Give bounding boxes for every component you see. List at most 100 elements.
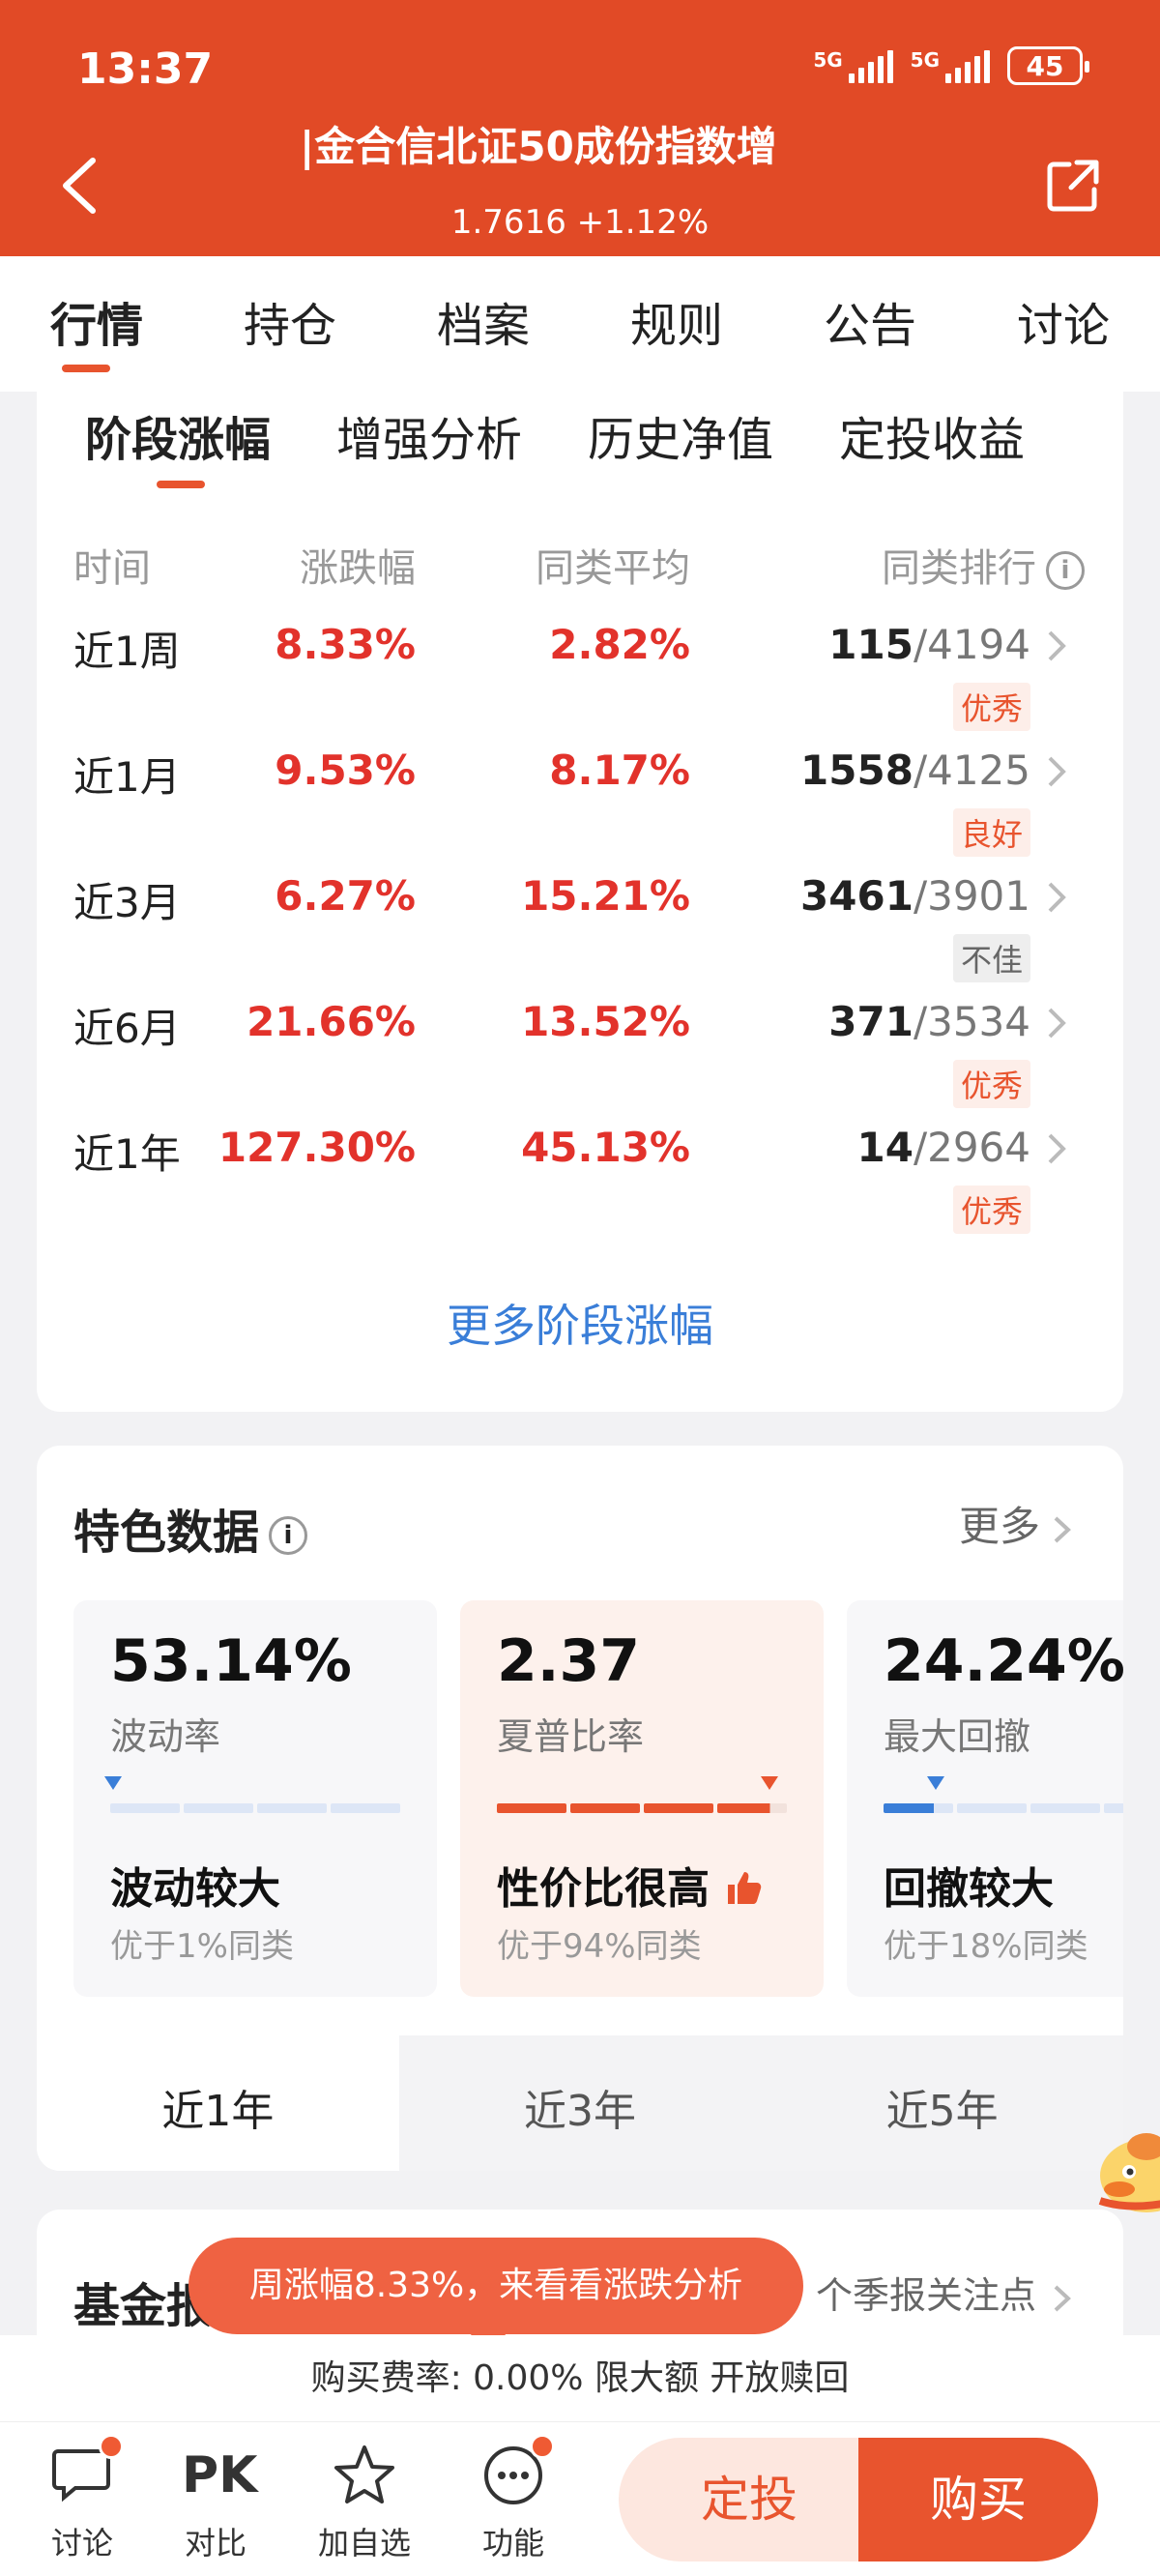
period-tabs: 近1年 近3年 近5年 [37,2035,1123,2171]
chevron-right-icon [1048,1008,1066,1039]
change-value: 9.53% [275,746,416,794]
nav-add-watchlist[interactable]: 加自选 [302,2442,427,2563]
chevron-right-icon [1048,882,1066,913]
metric-verdict: 波动较大 [110,1864,280,1914]
grade-badge: 优秀 [952,1060,1030,1108]
level-bar [497,1803,787,1813]
pk-icon: PK [182,2446,258,2504]
metric-label: 夏普比率 [497,1715,645,1758]
tab-holdings[interactable]: 持仓 [193,256,387,392]
subtab-enhanced-analysis[interactable]: 增强分析 [336,401,522,469]
metric-note: 优于18%同类 [884,1927,1088,1966]
metric-card-sharpe[interactable]: 2.37 夏普比率 性价比很高 优于94%同类 [460,1600,824,1997]
table-row[interactable]: 近1月 9.53% 8.17% 1558/4125 良好 [37,745,1123,870]
weekly-change-tooltip[interactable]: 周涨幅8.33%，来看看涨跌分析 [188,2238,803,2354]
chevron-right-icon [1048,630,1066,661]
grade-badge: 良好 [952,808,1030,857]
signal-icon: 5G [911,48,990,83]
status-time: 13:37 [77,44,214,94]
tab-1y[interactable]: 近1年 [37,2035,399,2171]
subtab-nav-history[interactable]: 历史净值 [588,401,773,469]
period-label: 近1年 [73,1130,181,1178]
section-title: 特色数据 i [73,1494,308,1562]
more-period-returns-link[interactable]: 更多阶段涨幅 [37,1291,1123,1355]
grade-badge: 优秀 [952,683,1030,731]
info-icon[interactable]: i [1046,551,1085,590]
metric-label: 波动率 [110,1715,221,1758]
tab-3y[interactable]: 近3年 [398,2035,762,2171]
nav-discuss[interactable]: 讨论 [19,2434,145,2563]
metric-note: 优于94%同类 [497,1927,702,1966]
tab-rules[interactable]: 规则 [580,256,773,392]
rank-value: 14/2964 [856,1124,1031,1171]
star-icon [331,2442,398,2509]
metric-label: 最大回撤 [884,1715,1031,1758]
change-value: 21.66% [246,998,416,1045]
header-period: 时间 [73,546,151,591]
signal-icon: 5G [813,48,893,83]
metric-verdict: 回撤较大 [884,1864,1054,1914]
purchase-fee-info: 购买费率: 0.00% 限大额 开放赎回 [0,2335,1160,2422]
more-link[interactable]: 更多 [959,1494,1073,1553]
level-bar [884,1803,1123,1813]
info-icon[interactable]: i [269,1516,308,1555]
chevron-right-icon [1054,1516,1071,1542]
metric-note: 优于1%同类 [110,1927,294,1966]
tab-announcements[interactable]: 公告 [773,256,967,392]
main-tabs: 行情 持仓 档案 规则 公告 讨论 [0,256,1160,392]
table-row[interactable]: 近1年 127.30% 45.13% 14/2964 优秀 [37,1122,1123,1247]
chevron-right-icon [1048,756,1066,787]
metric-card-max-drawdown[interactable]: 24.24% 最大回撤 回撤较大 优于18%同类 [847,1600,1123,1997]
top-header: 13:37 5G 5G 45 |金合信北证50成份指数增 1.7616 +1.1… [0,0,1160,256]
tab-discussion[interactable]: 讨论 [967,256,1160,392]
sip-button[interactable]: 定投 [619,2438,880,2561]
nav-compare[interactable]: PK 对比 [153,2442,278,2563]
mascot-icon[interactable] [1090,2108,1160,2214]
nav-label: 对比 [184,2525,246,2561]
level-marker [761,1776,778,1790]
notification-dot [99,2434,124,2459]
bottom-action-bar: 讨论 PK 对比 加自选 功能 定投 购买 [0,2422,1160,2576]
avg-value: 45.13% [521,1124,690,1171]
nav-label: 加自选 [317,2525,411,2561]
subtab-period-returns[interactable]: 阶段涨幅 [85,401,271,488]
share-icon[interactable] [1044,157,1102,215]
tab-profile[interactable]: 档案 [387,256,580,392]
change-value: 6.27% [275,872,416,920]
tab-5y[interactable]: 近5年 [761,2035,1123,2171]
rank-value: 115/4194 [828,621,1030,668]
report-highlights-link[interactable]: 个季报关注点 [816,2266,1073,2319]
nav-functions[interactable]: 功能 [450,2434,576,2563]
tab-market[interactable]: 行情 [0,256,193,392]
nav-label: 功能 [481,2525,544,2561]
table-row[interactable]: 近1周 8.33% 2.82% 115/4194 优秀 [37,619,1123,745]
avg-value: 8.17% [549,746,690,794]
table-row[interactable]: 近6月 21.66% 13.52% 371/3534 优秀 [37,996,1123,1122]
change-value: 8.33% [275,621,416,668]
fund-price-line: 1.7616 +1.12% [450,203,710,242]
more-icon [479,2434,555,2509]
subtab-sip-returns[interactable]: 定投收益 [839,401,1025,469]
period-label: 近3月 [73,879,181,926]
metric-verdict: 性价比很高 [497,1854,763,1916]
rank-value: 371/3534 [828,998,1030,1045]
level-marker [927,1776,944,1790]
avg-value: 13.52% [521,998,690,1045]
fund-title: |金合信北证50成份指数增 [300,123,777,170]
metric-value: 53.14% [110,1627,352,1695]
period-label: 近6月 [73,1005,181,1052]
avg-value: 2.82% [549,621,690,668]
performance-card: 阶段涨幅 增强分析 历史净值 定投收益 时间 涨跌幅 同类平均 同类排行 i 近1… [37,392,1123,1412]
grade-badge: 不佳 [952,934,1030,982]
level-bar [110,1803,400,1813]
thumbs-up-icon [728,1872,762,1904]
buy-button[interactable]: 购买 [858,2438,1098,2561]
period-label: 近1周 [73,628,181,675]
avg-value: 15.21% [521,872,690,920]
header-change: 涨跌幅 [300,546,416,591]
metric-card-volatility[interactable]: 53.14% 波动率 波动较大 优于1%同类 [73,1600,437,1997]
metric-value: 24.24% [884,1627,1123,1695]
grade-badge: 优秀 [952,1186,1030,1234]
status-icons: 5G 5G 45 [813,46,1089,85]
table-row[interactable]: 近3月 6.27% 15.21% 3461/3901 不佳 [37,870,1123,996]
